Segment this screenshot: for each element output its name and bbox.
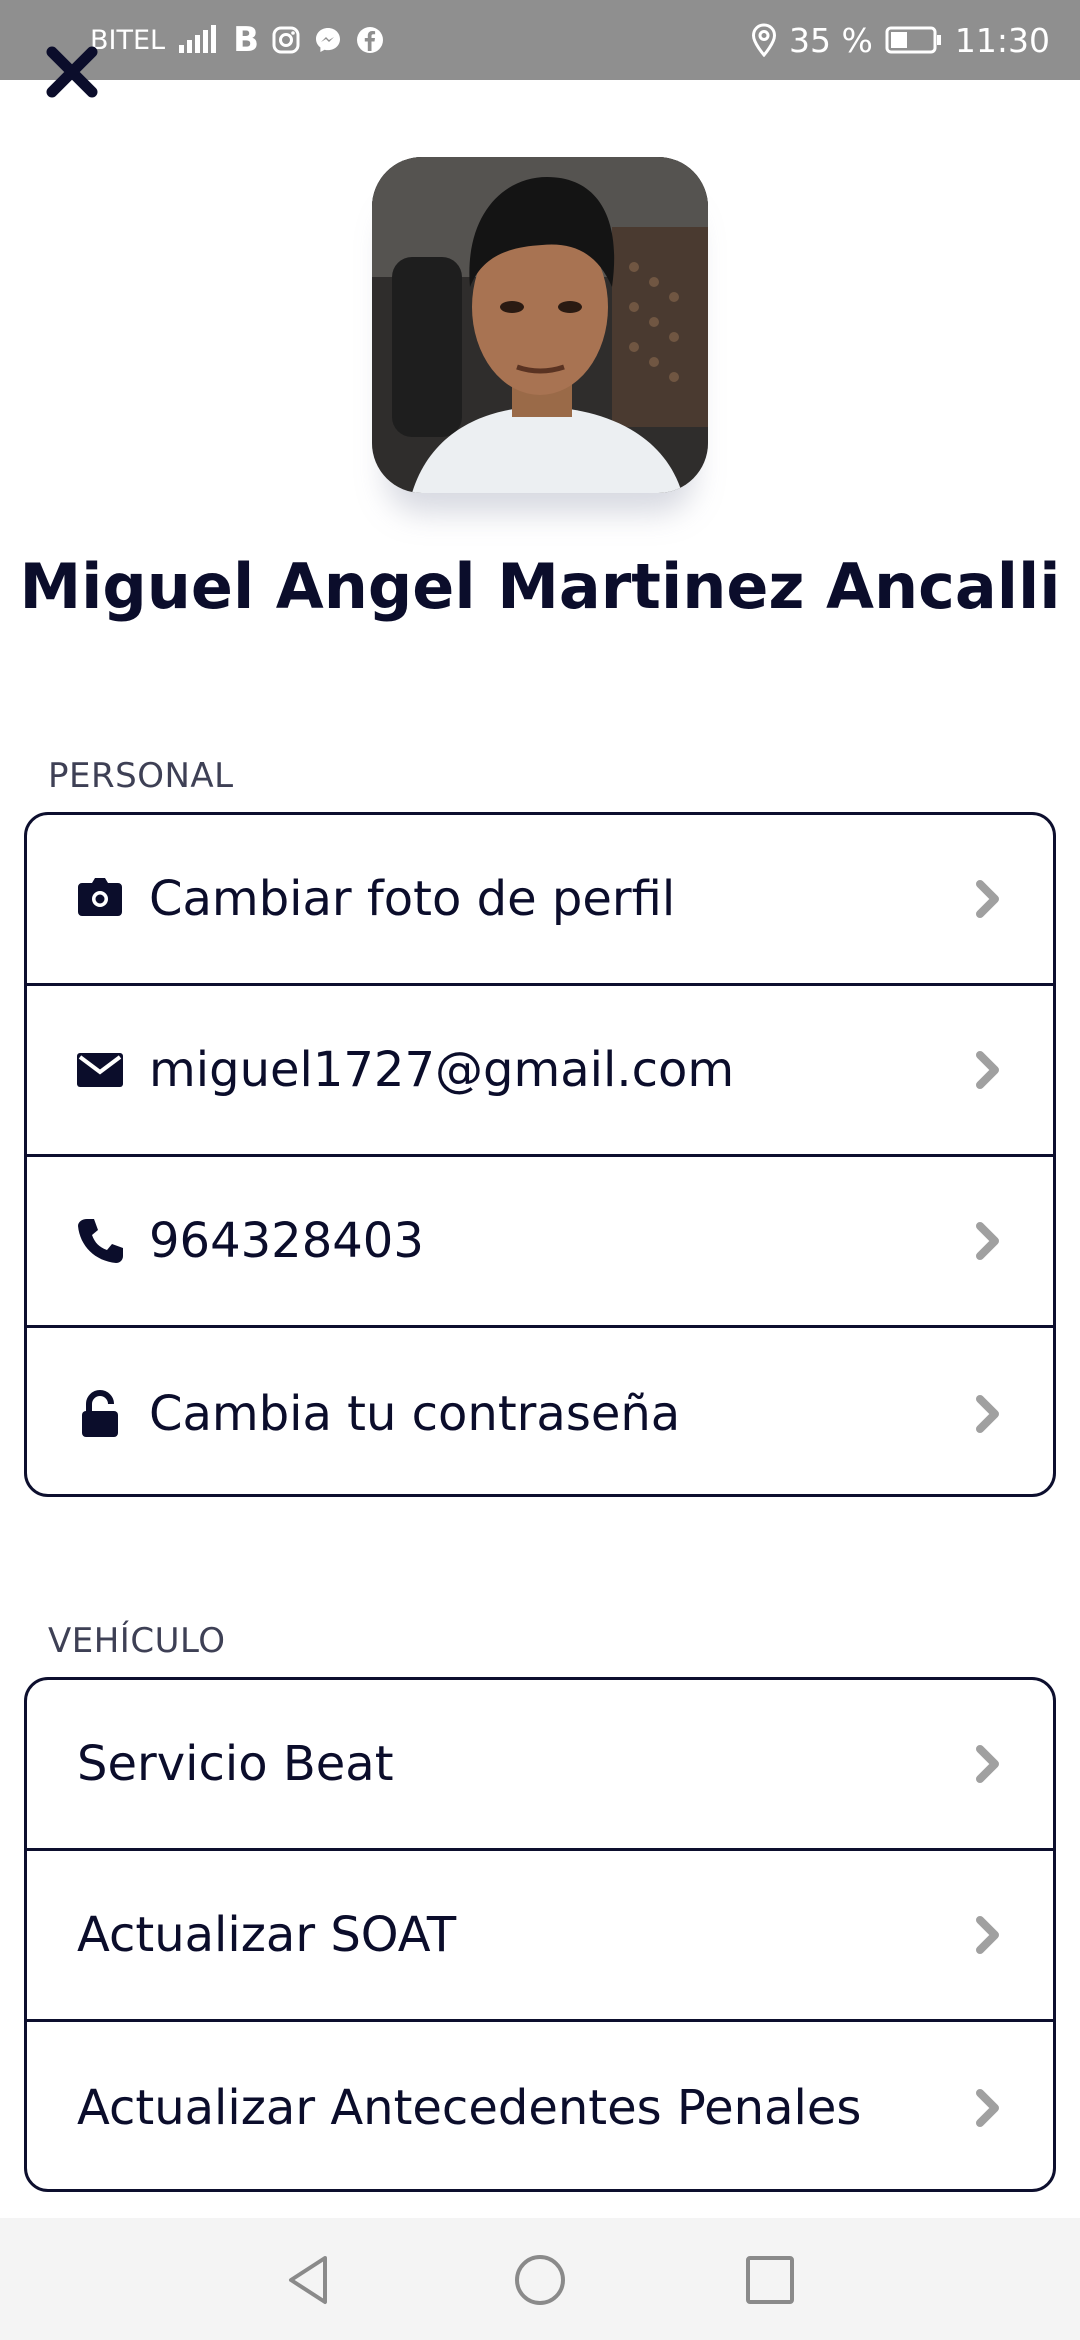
chevron-right-icon (973, 1394, 1003, 1434)
close-icon (46, 46, 98, 98)
section-title-personal: PERSONAL (48, 756, 234, 796)
email-row[interactable]: miguel1727@gmail.com (27, 986, 1053, 1157)
home-button[interactable] (512, 2252, 568, 2308)
signal-icon (177, 25, 221, 55)
row-label: Actualizar SOAT (77, 1907, 457, 1963)
row-label: 964328403 (149, 1213, 424, 1269)
chevron-right-icon (973, 1744, 1003, 1784)
personal-card: Cambiar foto de perfil miguel1727@gmail.… (24, 812, 1056, 1497)
messenger-icon (313, 25, 343, 55)
chevron-right-icon (973, 1221, 1003, 1261)
battery-percent: 35 % (789, 20, 873, 60)
recents-button[interactable] (742, 2252, 798, 2308)
phone-row[interactable]: 964328403 (27, 1157, 1053, 1328)
mail-icon (75, 1045, 125, 1095)
chevron-right-icon (973, 1915, 1003, 1955)
instagram-icon (271, 25, 301, 55)
vehicle-card: Servicio Beat Actualizar SOAT Actualizar… (24, 1677, 1056, 2192)
camera-icon (75, 874, 125, 924)
update-soat-row[interactable]: Actualizar SOAT (27, 1851, 1053, 2022)
status-bar: BITEL B 35 % 11:30 (0, 0, 1080, 80)
beat-b-icon: B (233, 20, 260, 60)
phone-icon (75, 1216, 125, 1266)
battery-icon (885, 25, 943, 55)
carrier-label: BITEL (90, 24, 166, 56)
profile-photo (372, 157, 708, 493)
chevron-right-icon (973, 2088, 1003, 2128)
update-criminal-record-row[interactable]: Actualizar Antecedentes Penales (27, 2022, 1053, 2189)
row-label: miguel1727@gmail.com (149, 1042, 735, 1098)
row-label: Actualizar Antecedentes Penales (77, 2079, 862, 2136)
change-password-row[interactable]: Cambia tu contraseña (27, 1328, 1053, 1494)
close-button[interactable] (44, 44, 100, 100)
home-circle-icon (515, 2255, 565, 2305)
recents-square-icon (746, 2256, 794, 2304)
status-bar-left: BITEL B (90, 0, 385, 80)
row-label: Cambia tu contraseña (149, 1385, 681, 1442)
status-bar-right: 35 % 11:30 (751, 0, 1050, 80)
row-label: Cambiar foto de perfil (149, 871, 676, 927)
section-title-vehicle: VEHÍCULO (48, 1621, 226, 1661)
location-icon (751, 23, 777, 57)
chevron-right-icon (973, 879, 1003, 919)
row-label: Servicio Beat (77, 1736, 394, 1792)
chevron-right-icon (973, 1050, 1003, 1090)
facebook-icon (355, 25, 385, 55)
profile-name: Miguel Angel Martinez Ancalli (19, 550, 1061, 623)
clock-time: 11:30 (954, 20, 1050, 60)
avatar[interactable] (372, 157, 708, 493)
back-triangle-icon (289, 2256, 327, 2304)
lock-icon (75, 1389, 125, 1439)
beat-service-row[interactable]: Servicio Beat (27, 1680, 1053, 1851)
change-photo-row[interactable]: Cambiar foto de perfil (27, 815, 1053, 986)
back-button[interactable] (281, 2252, 337, 2308)
